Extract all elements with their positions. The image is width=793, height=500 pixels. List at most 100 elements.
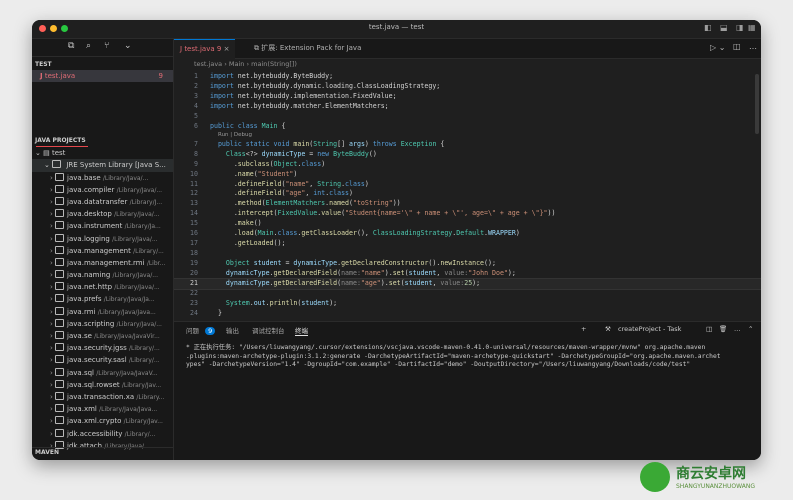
breadcrumb-class[interactable]: Main xyxy=(229,60,245,68)
package-name: java.base xyxy=(67,173,101,182)
java-projects-header[interactable]: JAVA PROJECTS xyxy=(32,136,173,146)
tab-debug-console[interactable]: 调试控制台 xyxy=(252,325,285,335)
package-item[interactable]: › java.compiler /Library/Java/... xyxy=(32,184,173,196)
package-item[interactable]: › java.prefs /Library/Java/Ja... xyxy=(32,293,173,305)
package-item[interactable]: › java.xml /Library/Java/Java... xyxy=(32,403,173,415)
line-number: 24 xyxy=(190,308,198,317)
layout-icon[interactable]: ▦ xyxy=(748,23,756,32)
code-line[interactable]: .subclass(Object.class) xyxy=(210,160,325,168)
code-line[interactable]: import net.bytebuddy.matcher.ElementMatc… xyxy=(210,102,389,110)
breadcrumb-method[interactable]: main(String[]) xyxy=(251,60,297,68)
more-actions-icon[interactable]: … xyxy=(734,325,741,333)
package-icon xyxy=(55,172,65,181)
package-path: /Library/Java/... xyxy=(102,174,149,182)
files-icon[interactable]: ⧉ xyxy=(68,41,74,51)
code-line[interactable]: Class<?> dynamicType = new ByteBuddy() xyxy=(210,150,377,158)
line-number: 1 xyxy=(194,72,198,80)
package-path: /Library/Java/... xyxy=(114,211,160,219)
package-item[interactable]: › java.management /Library/... xyxy=(32,245,173,257)
package-item[interactable]: › java.base /Library/Java/... xyxy=(32,172,173,184)
toggle-sidebar-icon[interactable]: ◧ xyxy=(704,23,712,32)
editor-tabs: J test.java 9 × ⧉ 扩展: Extension Pack for… xyxy=(174,39,761,59)
code-line[interactable]: dynamicType.getDeclaredField(name:"name"… xyxy=(210,269,516,277)
line-number: 6 xyxy=(194,121,198,130)
package-item[interactable]: › java.naming /Library/Java/... xyxy=(32,269,173,281)
tab-test-java[interactable]: J test.java 9 × xyxy=(174,39,236,59)
package-item[interactable]: › jdk.accessibility /Library/... xyxy=(32,428,173,440)
close-icon[interactable]: × xyxy=(224,45,230,53)
tab-output[interactable]: 输出 xyxy=(226,325,239,335)
chevron-down-icon[interactable]: ⌄ xyxy=(124,41,132,51)
package-item[interactable]: › java.transaction.xa /Library... xyxy=(32,391,173,403)
project-icon: ▤ xyxy=(43,149,50,158)
code-line[interactable]: dynamicType.getDeclaredField(name:"age")… xyxy=(210,279,480,287)
search-icon[interactable]: ⌕ xyxy=(86,41,91,51)
run-icon[interactable]: ▷ ⌄ xyxy=(710,43,725,52)
package-item[interactable]: › java.rmi /Library/Java/Java... xyxy=(32,306,173,318)
breadcrumb-file[interactable]: test.java xyxy=(194,60,222,68)
split-terminal-icon[interactable]: ◫ xyxy=(706,325,712,333)
add-terminal-icon[interactable]: + xyxy=(581,325,586,333)
toggle-panel-icon[interactable]: ⬓ xyxy=(720,23,728,32)
trash-icon[interactable]: 🗑 xyxy=(719,325,727,333)
code-line[interactable]: } xyxy=(210,309,222,317)
package-icon xyxy=(55,233,65,242)
tab-terminal[interactable]: 终端 xyxy=(295,325,308,336)
package-item[interactable]: › java.instrument /Library/Ja... xyxy=(32,220,173,232)
code-line[interactable]: public class Main { xyxy=(210,122,285,130)
code-line[interactable]: .name("Student") xyxy=(210,170,298,178)
tab-extension-pack[interactable]: ⧉ 扩展: Extension Pack for Java xyxy=(248,39,367,58)
code-line[interactable]: import net.bytebuddy.dynamic.loading.Cla… xyxy=(210,82,440,90)
package-path: /Library/Java/... xyxy=(114,284,160,292)
code-line[interactable]: .intercept(FixedValue.value("Student{nam… xyxy=(210,209,556,217)
branch-icon[interactable]: ⑂ xyxy=(104,41,109,51)
task-name[interactable]: createProject - Task xyxy=(618,325,681,333)
code-line[interactable]: .defineField("name", String.class) xyxy=(210,180,369,188)
package-item[interactable]: › java.se /Library/Java/JavaVir... xyxy=(32,330,173,342)
package-icon xyxy=(55,257,65,266)
jre-library-item[interactable]: ⌄ JRE System Library [Java S... xyxy=(32,159,173,172)
split-editor-icon[interactable]: ◫ xyxy=(733,42,741,51)
package-name: java.security.sasl xyxy=(67,356,127,365)
code-line[interactable]: .getLoaded(); xyxy=(210,239,286,247)
chevron-up-icon[interactable]: ⌃ xyxy=(748,325,753,333)
package-item[interactable]: › java.sql.rowset /Library/Jav... xyxy=(32,379,173,391)
package-item[interactable]: › java.desktop /Library/Java/... xyxy=(32,208,173,220)
more-actions-icon[interactable]: … xyxy=(749,42,757,51)
tab-problem-count: 9 xyxy=(216,45,222,53)
code-line[interactable]: .load(Main.class.getClassLoader(), Class… xyxy=(210,229,520,237)
package-item[interactable]: › java.datatransfer /Library/J... xyxy=(32,196,173,208)
package-icon xyxy=(55,404,65,413)
tab-problems[interactable]: 问题 9 xyxy=(186,325,216,335)
code-line[interactable]: System.out.println(student); xyxy=(210,299,337,307)
toggle-secondary-sidebar-icon[interactable]: ◨ xyxy=(736,23,744,32)
package-icon xyxy=(55,391,65,400)
project-item[interactable]: ⌄ ▤ test xyxy=(32,147,173,159)
code-line[interactable]: Object student = dynamicType.getDeclared… xyxy=(210,259,496,267)
package-name: java.sql xyxy=(67,368,94,377)
code-line[interactable]: public static void main(String[] args) t… xyxy=(210,140,444,148)
package-item[interactable]: › java.security.jgss /Library/... xyxy=(32,342,173,354)
editor-scrollbar[interactable] xyxy=(755,74,759,134)
package-path: /Library/Jav... xyxy=(123,418,163,426)
package-item[interactable]: › java.scripting /Library/Java/... xyxy=(32,318,173,330)
package-path: /Library/Java/Java... xyxy=(99,406,158,414)
package-item[interactable]: › java.logging /Library/Java/... xyxy=(32,233,173,245)
terminal-output[interactable]: * 正在执行任务: "/Users/liuwangyang/.cursor/ex… xyxy=(186,344,751,370)
open-file-item[interactable]: J test.java 9 xyxy=(32,70,173,83)
package-item[interactable]: › java.management.rmi /Libr... xyxy=(32,257,173,269)
maven-header[interactable]: MAVEN xyxy=(32,447,173,458)
code-line[interactable]: import net.bytebuddy.implementation.Fixe… xyxy=(210,92,397,100)
package-item[interactable]: › java.xml.crypto /Library/Jav... xyxy=(32,415,173,427)
codelens-run-debug[interactable]: Run | Debug xyxy=(218,132,252,138)
code-line[interactable]: .make() xyxy=(210,219,262,227)
package-item[interactable]: › java.security.sasl /Library/... xyxy=(32,354,173,366)
code-line[interactable]: .defineField("age", int.class) xyxy=(210,189,353,197)
package-name: java.rmi xyxy=(67,307,96,316)
package-item[interactable]: › java.sql /Library/Java/JavaV... xyxy=(32,367,173,379)
code-line[interactable]: import net.bytebuddy.ByteBuddy; xyxy=(210,72,333,80)
package-item[interactable]: › java.net.http /Library/Java/... xyxy=(32,281,173,293)
package-icon xyxy=(55,196,65,205)
code-line[interactable]: .method(ElementMatchers.named("toString"… xyxy=(210,199,401,207)
open-editors-header[interactable]: TEST xyxy=(32,60,173,70)
